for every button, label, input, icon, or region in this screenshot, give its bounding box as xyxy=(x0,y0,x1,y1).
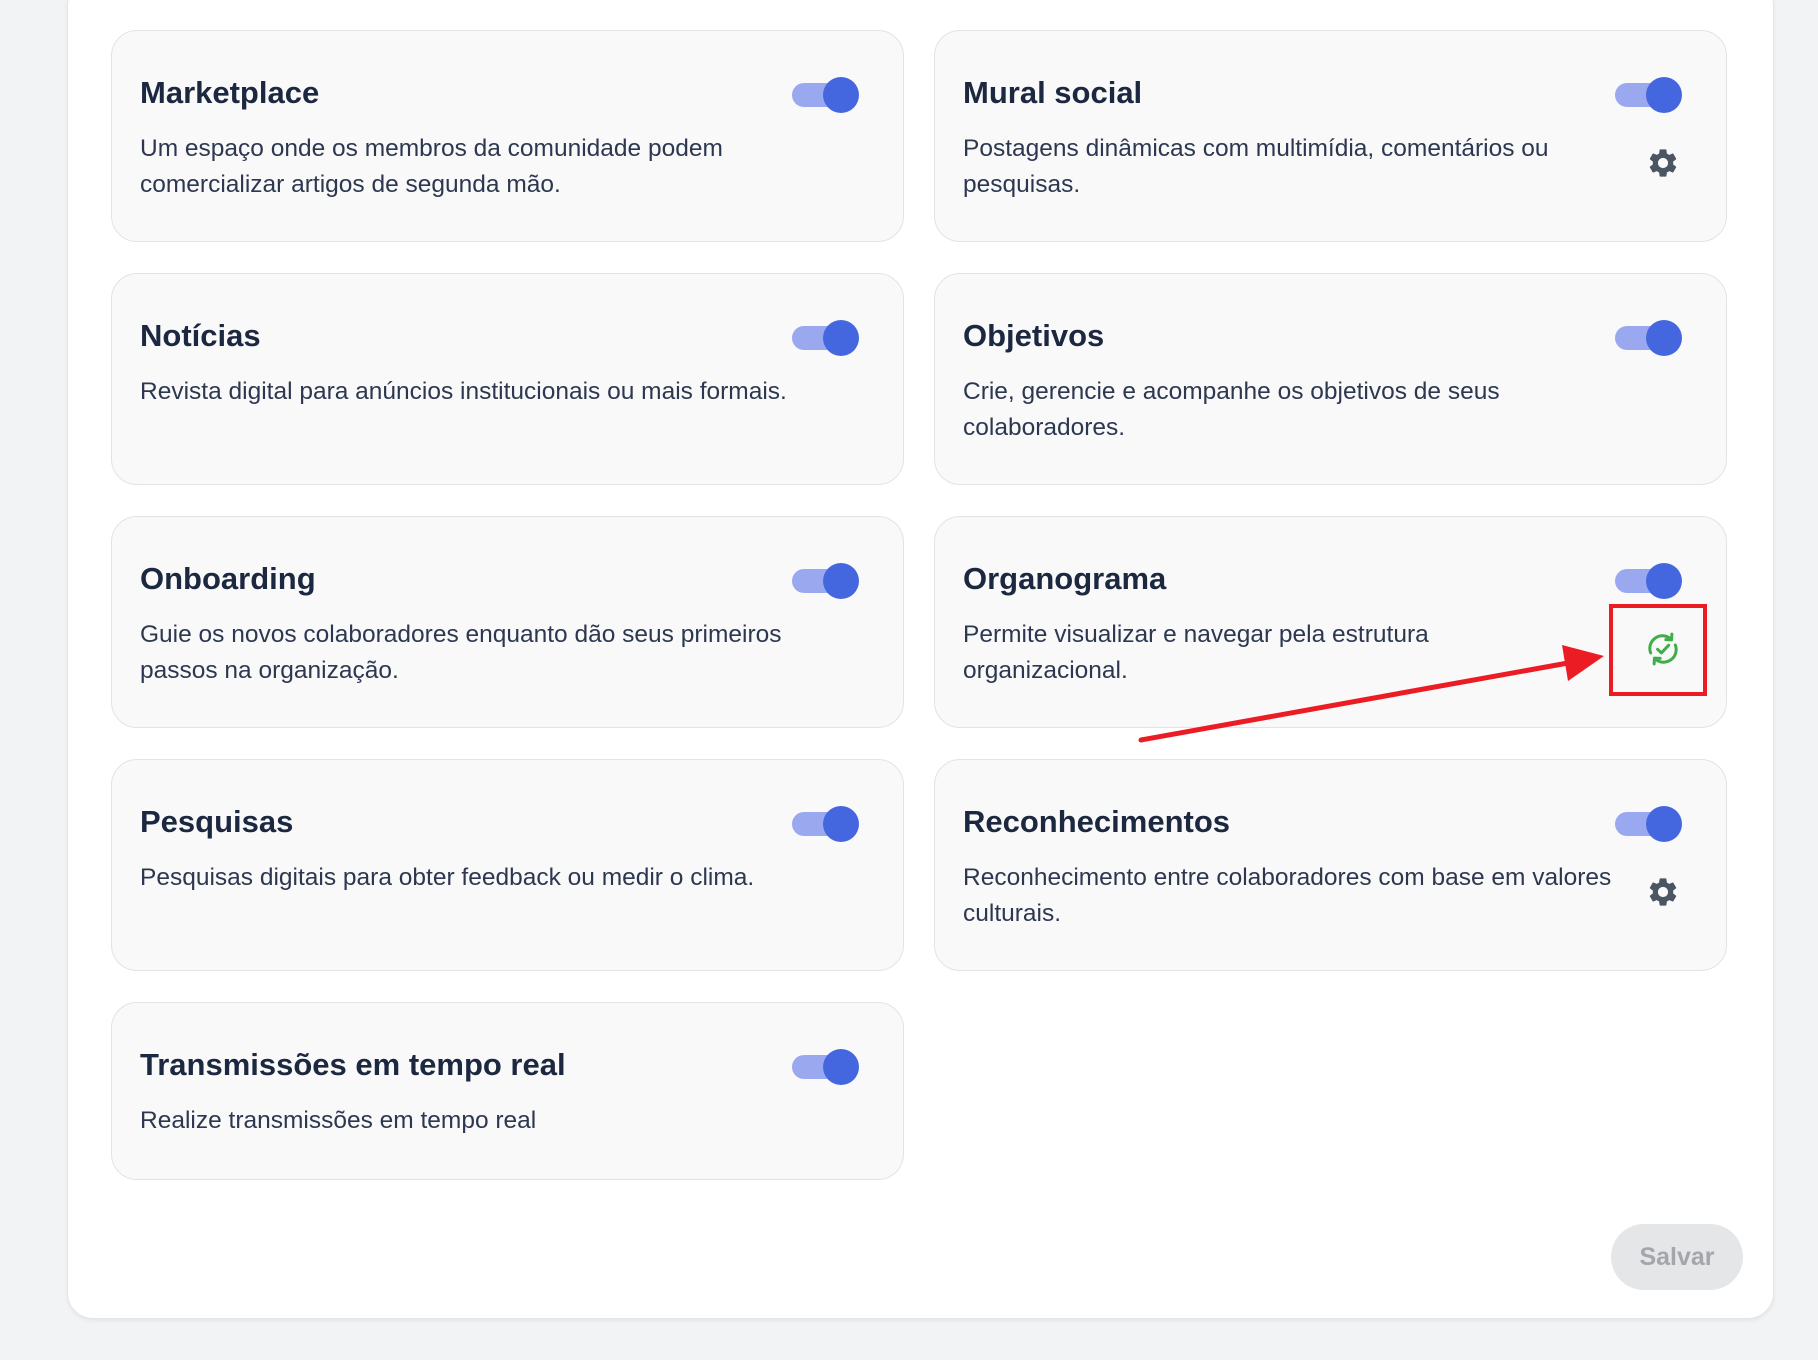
module-description: Um espaço onde os membros da comunidade … xyxy=(140,135,723,198)
module-title: Onboarding xyxy=(140,561,316,596)
module-toggle[interactable] xyxy=(1615,806,1682,842)
module-description: Reconhecimento entre colaboradores com b… xyxy=(963,864,1612,927)
module-description: Crie, gerencie e acompanhe os objetivos … xyxy=(963,378,1500,441)
module-description: Pesquisas digitais para obter feedback o… xyxy=(140,864,755,891)
module-card-transmissoes: Transmissões em tempo real Realize trans… xyxy=(111,1002,904,1180)
module-description: Permite visualizar e navegar pela estrut… xyxy=(963,621,1429,684)
annotation-highlight-box xyxy=(1609,604,1707,696)
toggle-knob xyxy=(1646,563,1682,599)
module-toggle[interactable] xyxy=(792,1049,859,1085)
gear-icon[interactable] xyxy=(1644,144,1682,182)
module-description: Postagens dinâmicas com multimídia, come… xyxy=(963,135,1549,198)
module-title: Organograma xyxy=(963,561,1167,596)
module-title: Marketplace xyxy=(140,75,320,110)
toggle-knob xyxy=(823,563,859,599)
module-card-marketplace: Marketplace Um espaço onde os membros da… xyxy=(111,30,904,242)
module-title: Mural social xyxy=(963,75,1143,110)
module-toggle[interactable] xyxy=(792,563,859,599)
toggle-knob xyxy=(823,806,859,842)
module-toggle[interactable] xyxy=(792,320,859,356)
toggle-knob xyxy=(1646,806,1682,842)
toggle-knob xyxy=(1646,77,1682,113)
module-card-pesquisas: Pesquisas Pesquisas digitais para obter … xyxy=(111,759,904,971)
toggle-knob xyxy=(1646,320,1682,356)
gear-icon[interactable] xyxy=(1644,873,1682,911)
toggle-knob xyxy=(823,77,859,113)
module-toggle[interactable] xyxy=(792,77,859,113)
module-title: Transmissões em tempo real xyxy=(140,1047,566,1082)
module-card-reconhecimentos: Reconhecimentos Reconhecimento entre col… xyxy=(934,759,1727,971)
module-toggle[interactable] xyxy=(792,806,859,842)
module-card-noticias: Notícias Revista digital para anúncios i… xyxy=(111,273,904,485)
module-title: Objetivos xyxy=(963,318,1105,353)
module-card-mural-social: Mural social Postagens dinâmicas com mul… xyxy=(934,30,1727,242)
module-title: Reconhecimentos xyxy=(963,804,1231,839)
module-title: Notícias xyxy=(140,318,261,353)
toggle-knob xyxy=(823,1049,859,1085)
module-title: Pesquisas xyxy=(140,804,294,839)
module-description: Realize transmissões em tempo real xyxy=(140,1107,537,1134)
toggle-knob xyxy=(823,320,859,356)
module-card-onboarding: Onboarding Guie os novos colaboradores e… xyxy=(111,516,904,728)
module-card-objetivos: Objetivos Crie, gerencie e acompanhe os … xyxy=(934,273,1727,485)
module-toggle[interactable] xyxy=(1615,320,1682,356)
module-description: Guie os novos colaboradores enquanto dão… xyxy=(140,621,782,684)
save-button[interactable]: Salvar xyxy=(1611,1224,1743,1290)
module-toggle[interactable] xyxy=(1615,563,1682,599)
module-description: Revista digital para anúncios institucio… xyxy=(140,378,787,405)
module-toggle[interactable] xyxy=(1615,77,1682,113)
